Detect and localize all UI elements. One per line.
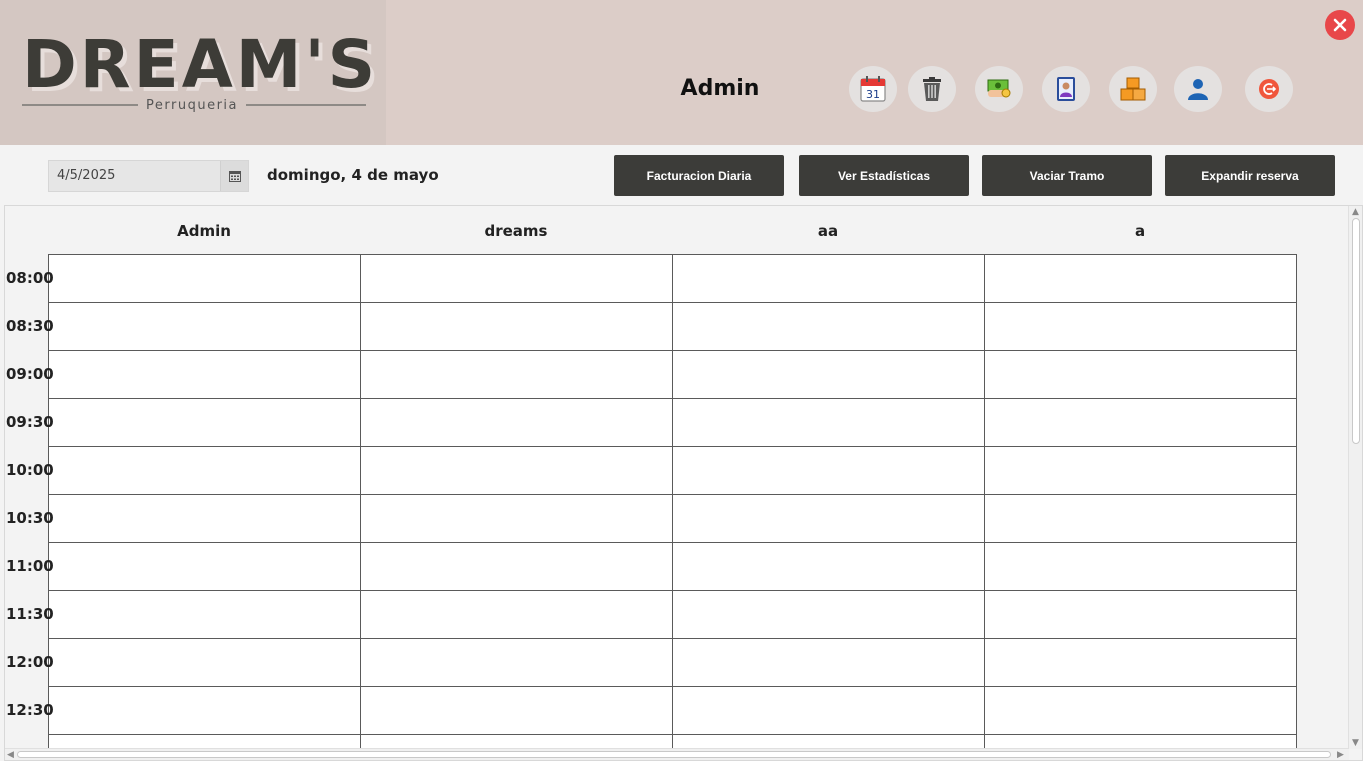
schedule-cell[interactable]: [48, 398, 361, 447]
date-picker-button[interactable]: [220, 161, 248, 191]
clear-slot-button[interactable]: Vaciar Tramo: [982, 155, 1152, 196]
contacts-button[interactable]: [1042, 66, 1090, 112]
time-slot-label: 10:30: [6, 509, 54, 527]
schedule-cell[interactable]: [48, 302, 361, 351]
time-slot-label: 09:30: [6, 413, 54, 431]
delete-button[interactable]: [908, 66, 956, 112]
calendar-button[interactable]: 31: [849, 66, 897, 112]
date-picker[interactable]: 4/5/2025: [48, 160, 249, 192]
money-icon: [987, 79, 1011, 98]
column-header: dreams: [484, 222, 548, 240]
schedule-cell[interactable]: [984, 494, 1297, 543]
schedule-cell[interactable]: [48, 686, 361, 735]
schedule-cell[interactable]: [360, 446, 673, 495]
schedule-cell[interactable]: [672, 590, 985, 639]
schedule-cell[interactable]: [48, 494, 361, 543]
schedule-cell[interactable]: [48, 350, 361, 399]
vertical-scroll-thumb[interactable]: [1352, 218, 1360, 444]
schedule-cell[interactable]: [48, 638, 361, 687]
column-header: Admin: [177, 222, 231, 240]
schedule-cell[interactable]: [360, 254, 673, 303]
column-header: aa: [817, 222, 839, 240]
close-button[interactable]: [1325, 10, 1355, 40]
calendar-day: 31: [866, 88, 880, 101]
schedule-cell[interactable]: [984, 686, 1297, 735]
date-input[interactable]: 4/5/2025: [49, 161, 220, 191]
logo-subtitle: Perruqueria: [146, 98, 238, 113]
schedule-cell[interactable]: [360, 542, 673, 591]
expand-booking-button[interactable]: Expandir reserva: [1165, 155, 1335, 196]
boxes-icon: [1120, 77, 1146, 101]
schedule-cell[interactable]: [672, 350, 985, 399]
schedule-cell[interactable]: [360, 302, 673, 351]
schedule-cell[interactable]: [984, 302, 1297, 351]
inventory-button[interactable]: [1109, 66, 1157, 112]
schedule-cell[interactable]: [984, 398, 1297, 447]
schedule-cell[interactable]: [672, 638, 985, 687]
time-slot-label: 08:00: [6, 269, 54, 287]
schedule-grid[interactable]: ▲ ▼ ◀ ▶ Admin dreams aa a 08:00 08:30 09:00 09:…: [4, 205, 1363, 761]
scroll-down-icon[interactable]: ▼: [1352, 738, 1359, 748]
trash-icon: [923, 77, 941, 101]
schedule-cell[interactable]: [48, 254, 361, 303]
statistics-button[interactable]: Ver Estadísticas: [799, 155, 969, 196]
schedule-cell[interactable]: [48, 590, 361, 639]
horizontal-scroll-thumb[interactable]: [17, 751, 1331, 758]
scroll-left-icon[interactable]: ◀: [7, 750, 14, 760]
user-icon: [1188, 79, 1208, 100]
schedule-cell[interactable]: [48, 542, 361, 591]
time-slot-label: 10:00: [6, 461, 54, 479]
schedule-cell[interactable]: [360, 686, 673, 735]
time-slot-label: 11:30: [6, 605, 54, 623]
time-slot-label: 12:00: [6, 653, 54, 671]
scroll-up-icon[interactable]: ▲: [1352, 207, 1359, 217]
schedule-cell[interactable]: [984, 590, 1297, 639]
schedule-cell[interactable]: [360, 350, 673, 399]
schedule-cell[interactable]: [360, 494, 673, 543]
logo: DREAM'S Perruqueria: [0, 0, 386, 145]
schedule-cell[interactable]: [48, 446, 361, 495]
logo-divider-left: [22, 104, 138, 106]
schedule-cell[interactable]: [984, 446, 1297, 495]
calendar-icon: 31: [860, 76, 886, 102]
horizontal-scrollbar[interactable]: ◀ ▶: [5, 748, 1349, 760]
schedule-cell[interactable]: [672, 494, 985, 543]
schedule-cell[interactable]: [672, 302, 985, 351]
schedule-cell[interactable]: [672, 398, 985, 447]
schedule-cell[interactable]: [984, 254, 1297, 303]
logo-text: DREAM'S: [22, 26, 379, 103]
logo-divider-right: [246, 104, 366, 106]
column-header: a: [1134, 222, 1146, 240]
schedule-cell[interactable]: [672, 254, 985, 303]
scroll-right-icon[interactable]: ▶: [1337, 750, 1344, 760]
schedule-cell[interactable]: [672, 542, 985, 591]
logout-button[interactable]: [1245, 66, 1293, 112]
time-slot-label: 12:30: [6, 701, 54, 719]
time-slot-label: 11:00: [6, 557, 54, 575]
app-header: DREAM'S Perruqueria Admin 31: [0, 0, 1363, 145]
close-icon: [1333, 18, 1347, 32]
schedule-cell[interactable]: [984, 542, 1297, 591]
schedule-cell[interactable]: [672, 446, 985, 495]
current-user-name: Admin: [680, 76, 760, 101]
time-slot-label: 08:30: [6, 317, 54, 335]
schedule-cell[interactable]: [672, 686, 985, 735]
contacts-icon: [1057, 77, 1075, 101]
schedule-cell[interactable]: [360, 590, 673, 639]
vertical-scrollbar[interactable]: ▲ ▼: [1348, 206, 1362, 749]
schedule-cell[interactable]: [360, 638, 673, 687]
logout-icon: [1259, 79, 1279, 99]
users-button[interactable]: [1174, 66, 1222, 112]
calendar-small-icon: [228, 171, 241, 182]
billing-button[interactable]: [975, 66, 1023, 112]
schedule-cell[interactable]: [360, 398, 673, 447]
schedule-cell[interactable]: [984, 350, 1297, 399]
selected-date-label: domingo, 4 de mayo: [267, 166, 439, 184]
daily-billing-button[interactable]: Facturacion Diaria: [614, 155, 784, 196]
time-slot-label: 09:00: [6, 365, 54, 383]
schedule-cell[interactable]: [984, 638, 1297, 687]
